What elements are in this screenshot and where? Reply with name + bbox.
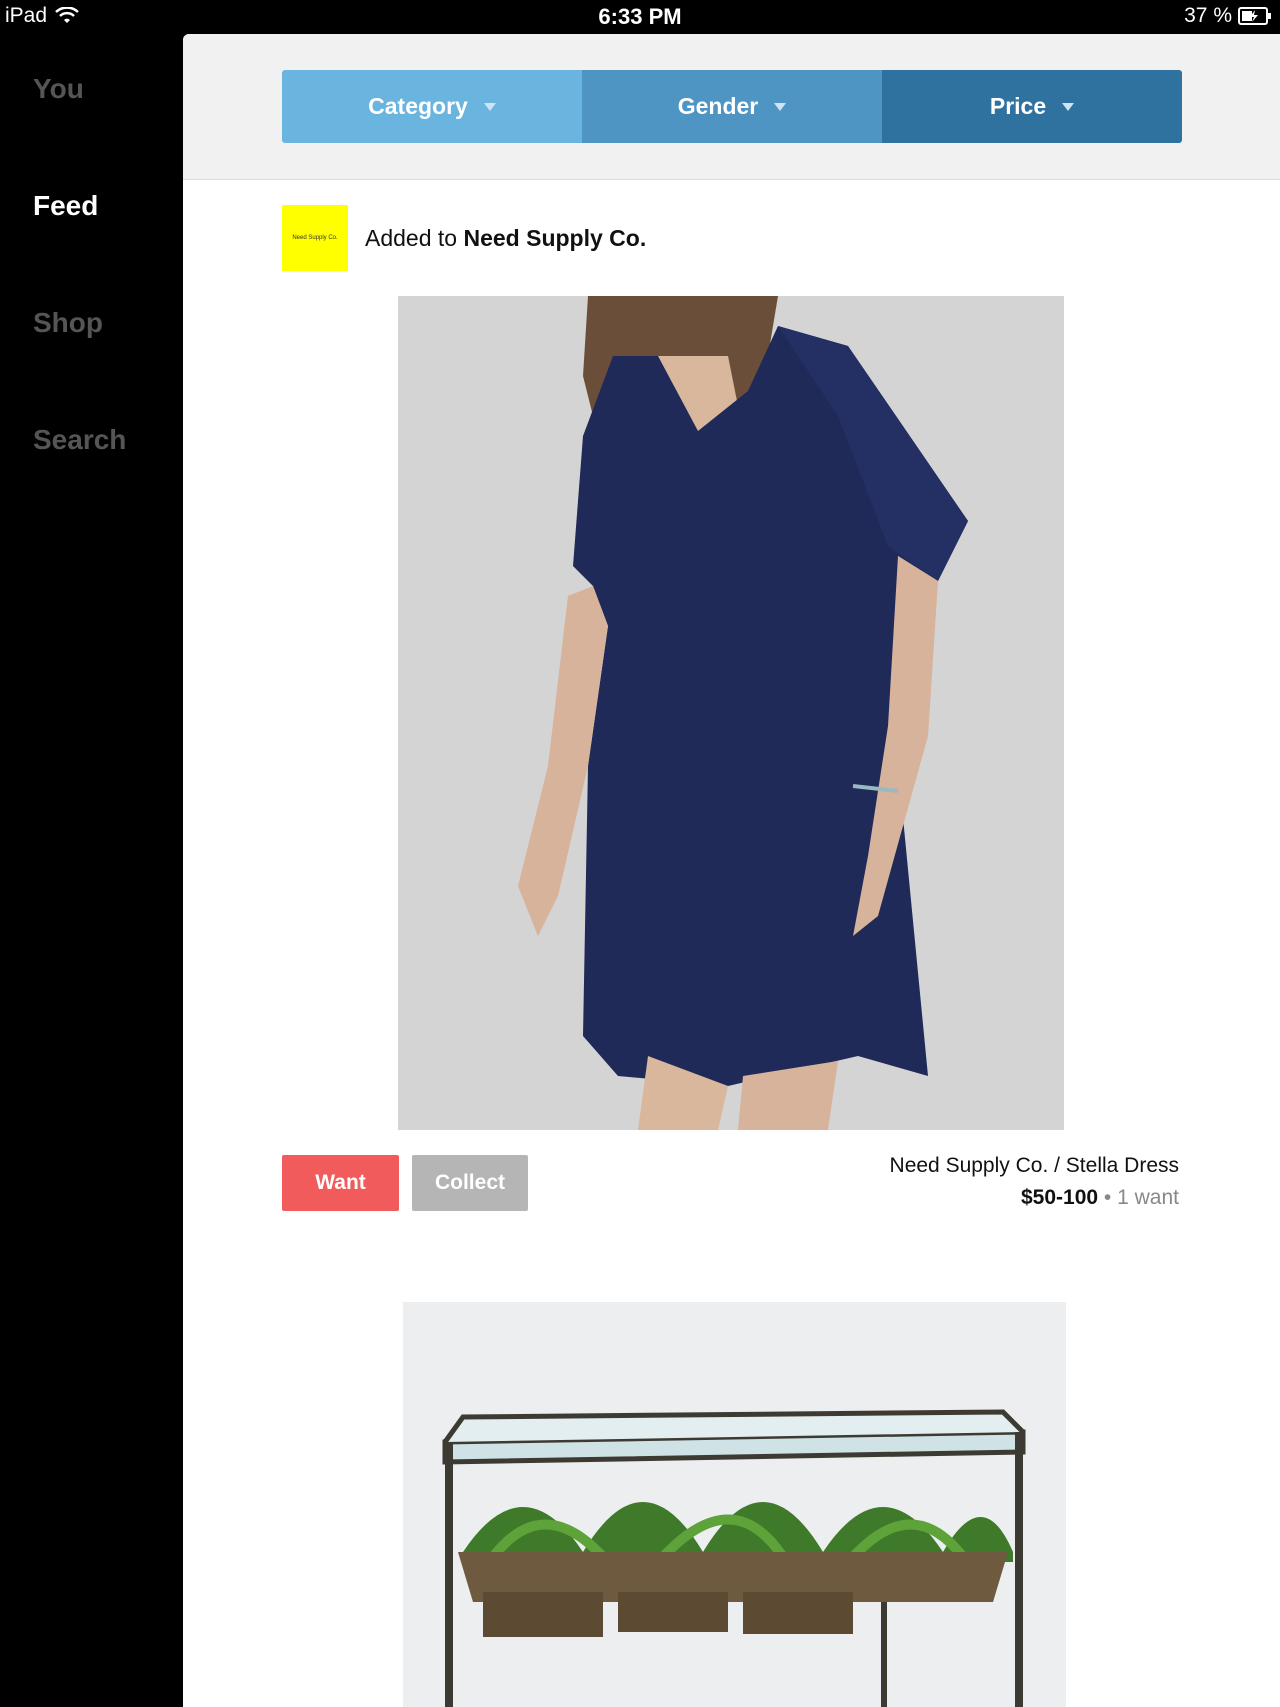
filter-price-label: Price xyxy=(989,93,1047,119)
filter-category-label: Category xyxy=(368,93,468,119)
product-info: Need Supply Co. / Stella Dress $50-100 •… xyxy=(890,1154,1179,1210)
sidebar-item-feed[interactable]: Feed xyxy=(33,190,98,222)
want-button[interactable]: Want xyxy=(282,1155,399,1211)
product-wants: 1 want xyxy=(1117,1186,1179,1209)
sidebar-item-search[interactable]: Search xyxy=(33,424,126,456)
store-logo[interactable]: Need Supply Co. xyxy=(282,205,348,271)
product-actions: Want Collect xyxy=(282,1155,528,1211)
filter-bar: Category Gender Price xyxy=(183,34,1280,180)
filter-price-button[interactable]: Price xyxy=(882,70,1182,143)
feed-action-text: Added to xyxy=(365,224,458,251)
filter-gender-label: Gender xyxy=(677,93,759,119)
product-meta: $50-100 • 1 want xyxy=(890,1186,1179,1210)
chevron-down-icon xyxy=(483,102,496,111)
filter-segmented-control: Category Gender Price xyxy=(282,70,1182,143)
filter-category-button[interactable]: Category xyxy=(282,70,582,143)
store-name-link[interactable]: Need Supply Co. xyxy=(463,225,646,251)
feed-item-header: Need Supply Co. Added to Need Supply Co. xyxy=(282,205,646,271)
status-bar: iPad 6:33 PM 37 % xyxy=(0,0,1280,34)
battery-percent: 37 % xyxy=(1184,4,1232,27)
sidebar-item-shop[interactable]: Shop xyxy=(33,307,103,339)
status-time: 6:33 PM xyxy=(598,4,682,29)
store-logo-text: Need Supply Co. xyxy=(292,235,338,241)
product-price: $50-100 xyxy=(1021,1186,1099,1209)
chevron-down-icon xyxy=(774,102,787,111)
terrarium-photo-illustration xyxy=(403,1302,1066,1707)
dress-photo-illustration xyxy=(398,296,1064,1130)
sidebar-item-you[interactable]: You xyxy=(33,73,84,105)
product-image-terrarium[interactable] xyxy=(403,1302,1066,1707)
product-title[interactable]: Need Supply Co. / Stella Dress xyxy=(890,1154,1179,1178)
feed-activity-text: Added to Need Supply Co. xyxy=(365,225,646,252)
collect-button[interactable]: Collect xyxy=(412,1155,528,1211)
chevron-down-icon xyxy=(1062,102,1075,111)
meta-separator: • xyxy=(1103,1186,1112,1209)
status-right: 37 % xyxy=(1184,4,1272,28)
battery-icon xyxy=(1238,7,1271,25)
main-content: Category Gender Price Need Supply Co. Ad… xyxy=(183,34,1280,1707)
product-image-dress[interactable] xyxy=(398,296,1064,1130)
sidebar: You Feed Shop Search xyxy=(0,34,183,1707)
filter-gender-button[interactable]: Gender xyxy=(582,70,882,143)
